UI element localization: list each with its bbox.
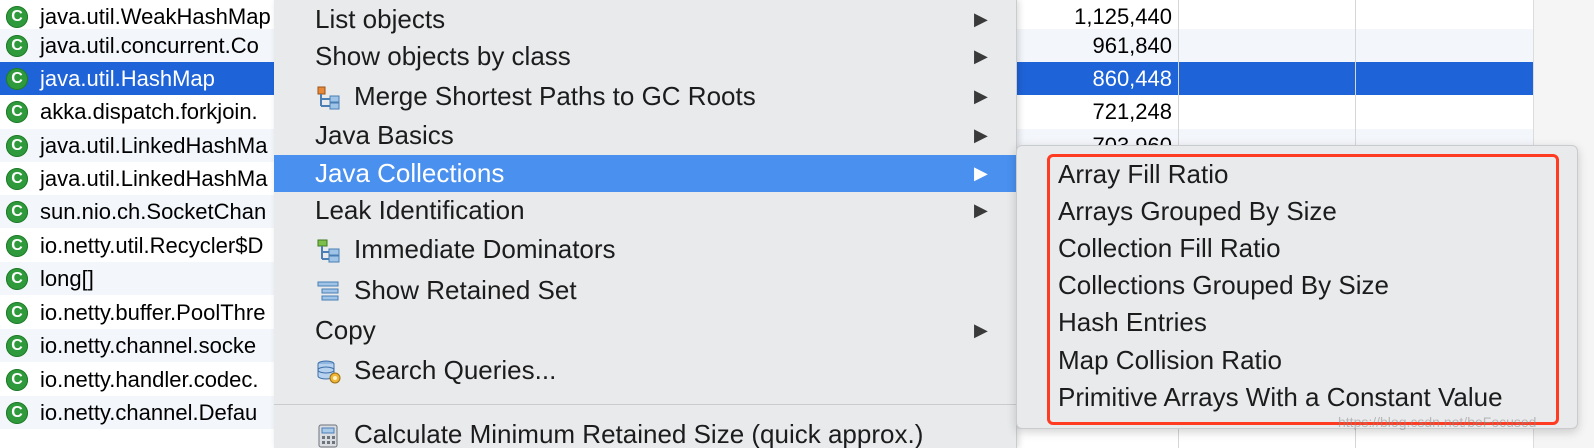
class-name: java.util.LinkedHashMa — [40, 133, 268, 158]
class-icon: C — [6, 335, 28, 357]
retained-size: 721,248 — [1092, 99, 1172, 124]
menu-item-show-retained-set[interactable]: Show Retained Set — [274, 272, 1016, 309]
menu-item-copy[interactable]: Copy ▶ — [274, 312, 1016, 349]
annotation-highlight-box — [1047, 154, 1559, 425]
class-name: akka.dispatch.forkjoin. — [40, 99, 258, 124]
class-icon: C — [6, 369, 28, 391]
submenu-arrow-icon: ▶ — [974, 86, 988, 106]
menu-item-merge-shortest-paths[interactable]: Merge Shortest Paths to GC Roots ▶ — [274, 78, 1016, 115]
menu-item-label: Show Retained Set — [354, 275, 577, 305]
menu-item-label: List objects — [315, 4, 446, 34]
class-icon: C — [6, 101, 28, 123]
screen: C java.util.WeakHashMap 1,125,440 C java… — [0, 0, 1594, 448]
retained-set-icon — [316, 278, 342, 304]
class-icon: C — [6, 135, 28, 157]
menu-separator — [274, 404, 1016, 405]
submenu-arrow-icon: ▶ — [974, 125, 988, 145]
submenu-arrow-icon: ▶ — [974, 9, 988, 29]
menu-item-label: Java Collections — [315, 158, 505, 188]
class-icon: C — [6, 302, 28, 324]
class-icon: C — [6, 6, 28, 28]
submenu-arrow-icon: ▶ — [974, 320, 988, 340]
class-icon: C — [6, 268, 28, 290]
context-menu: List objects ▶ Show objects by class ▶ M… — [274, 0, 1017, 448]
menu-item-label: Show objects by class — [315, 41, 571, 71]
class-name: io.netty.handler.codec. — [40, 367, 259, 392]
menu-item-java-basics[interactable]: Java Basics ▶ — [274, 117, 1016, 154]
menu-item-calculate-min-retained-size[interactable]: Calculate Minimum Retained Size (quick a… — [274, 416, 1016, 448]
class-name: java.util.LinkedHashMa — [40, 166, 268, 191]
menu-item-list-objects[interactable]: List objects ▶ — [274, 1, 1016, 38]
class-name: io.netty.buffer.PoolThre — [40, 300, 266, 325]
menu-item-label: Copy — [315, 315, 376, 345]
menu-item-label: Leak Identification — [315, 195, 525, 225]
menu-item-show-objects-by-class[interactable]: Show objects by class ▶ — [274, 38, 1016, 75]
menu-item-label: Calculate Minimum Retained Size (quick a… — [354, 419, 924, 448]
search-queries-icon — [316, 358, 342, 384]
class-icon: C — [6, 402, 28, 424]
class-name: io.netty.channel.socke — [40, 333, 257, 358]
submenu-arrow-icon: ▶ — [974, 200, 988, 220]
menu-item-label: Java Basics — [315, 120, 454, 150]
immediate-dominators-icon — [316, 237, 342, 263]
retained-size: 961,840 — [1092, 33, 1172, 58]
class-icon: C — [6, 68, 28, 90]
class-icon: C — [6, 35, 28, 57]
class-name: java.util.HashMap — [40, 66, 215, 91]
class-icon: C — [6, 235, 28, 257]
menu-item-immediate-dominators[interactable]: Immediate Dominators — [274, 231, 1016, 268]
merge-paths-icon — [316, 84, 342, 110]
java-collections-submenu: Array Fill Ratio Arrays Grouped By Size … — [1016, 145, 1578, 429]
class-name: sun.nio.ch.SocketChan — [40, 199, 267, 224]
calculator-icon — [316, 422, 342, 448]
menu-item-java-collections[interactable]: Java Collections ▶ — [274, 155, 1016, 192]
watermark: https://blog.csdn.net/beFocused — [1338, 414, 1537, 430]
class-icon: C — [6, 168, 28, 190]
class-name: long[] — [40, 266, 94, 291]
menu-item-label: Merge Shortest Paths to GC Roots — [354, 81, 756, 111]
class-name: java.util.concurrent.Co — [40, 33, 259, 58]
menu-item-label: Search Queries... — [354, 355, 557, 385]
menu-item-search-queries[interactable]: Search Queries... — [274, 352, 1016, 389]
class-name: io.netty.util.Recycler$D — [40, 233, 264, 258]
submenu-arrow-icon: ▶ — [974, 46, 988, 66]
class-icon: C — [6, 201, 28, 223]
submenu-arrow-icon: ▶ — [974, 163, 988, 183]
class-name: io.netty.channel.Defau — [40, 400, 258, 425]
menu-item-label: Immediate Dominators — [354, 234, 616, 264]
retained-size: 860,448 — [1092, 66, 1172, 91]
menu-item-leak-identification[interactable]: Leak Identification ▶ — [274, 192, 1016, 229]
